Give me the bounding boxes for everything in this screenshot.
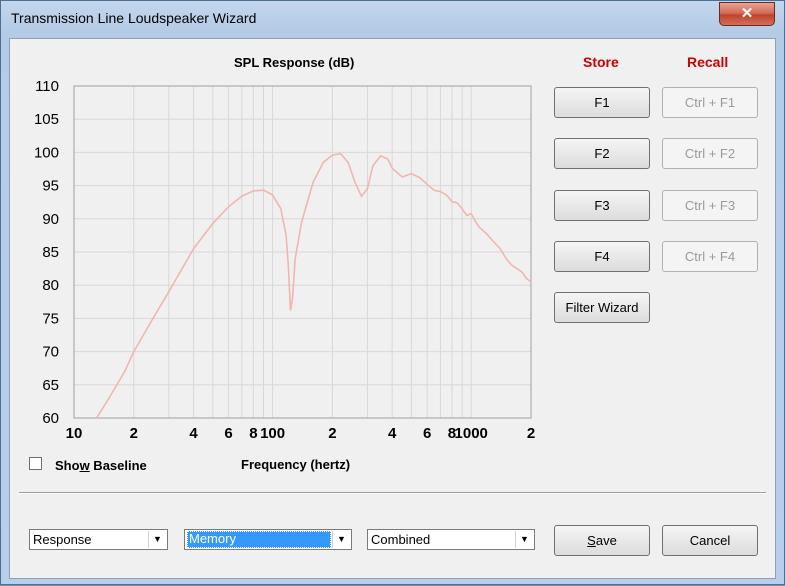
- view-dropdown[interactable]: Response ▼: [29, 529, 168, 550]
- spl-series-line: [95, 152, 532, 419]
- chevron-down-icon[interactable]: ▼: [332, 531, 350, 548]
- y-tick-label: 65: [42, 377, 59, 394]
- store-f1-button[interactable]: F1: [554, 87, 650, 118]
- y-tick-label: 80: [42, 277, 59, 294]
- x-tick-label: 6: [423, 425, 431, 442]
- x-axis-label: Frequency (hertz): [241, 457, 351, 472]
- wizard-window: Transmission Line Loudspeaker Wizard ✕ S…: [0, 0, 785, 585]
- x-tick-label: 2: [527, 425, 535, 442]
- x-tick-label: 2: [130, 425, 138, 442]
- y-tick-label: 95: [42, 178, 59, 195]
- recall-f2-button[interactable]: Ctrl + F2: [662, 138, 758, 169]
- recall-f1-button[interactable]: Ctrl + F1: [662, 87, 758, 118]
- y-tick-label: 110: [35, 78, 59, 95]
- cancel-button[interactable]: Cancel: [662, 525, 758, 556]
- chevron-down-icon[interactable]: ▼: [148, 531, 166, 548]
- chart-grid: [73, 85, 532, 419]
- x-tick-label: 10: [66, 425, 83, 442]
- store-f2-button[interactable]: F2: [554, 138, 650, 169]
- store-f3-button[interactable]: F3: [554, 190, 650, 221]
- chevron-down-icon[interactable]: ▼: [515, 531, 533, 548]
- y-tick-label: 85: [42, 244, 59, 261]
- x-tick-label: 6: [224, 425, 232, 442]
- y-tick-label: 60: [42, 410, 59, 427]
- source-dropdown-value: Memory: [187, 531, 331, 548]
- view-dropdown-value: Response: [33, 532, 92, 547]
- save-button[interactable]: Save: [554, 525, 650, 556]
- y-tick-label: 100: [34, 144, 59, 161]
- separator-line: [19, 492, 766, 494]
- recall-header: Recall: [687, 54, 729, 70]
- show-baseline-label[interactable]: Show Baseline: [55, 458, 147, 473]
- store-f4-button[interactable]: F4: [554, 241, 650, 272]
- recall-f4-button[interactable]: Ctrl + F4: [662, 241, 758, 272]
- y-tick-label: 75: [42, 310, 59, 327]
- x-tick-labels: 10 2 4 6 8 100 2 4 6 81000 2: [66, 425, 536, 442]
- store-header: Store: [583, 54, 619, 70]
- mode-dropdown-value: Combined: [371, 532, 431, 547]
- y-tick-labels: 60 65 70 75 80 85 90 95 100 105 110: [34, 78, 59, 427]
- show-baseline-checkbox[interactable]: [29, 457, 42, 470]
- y-tick-label: 90: [42, 211, 59, 228]
- recall-f3-button[interactable]: Ctrl + F3: [662, 190, 758, 221]
- x-tick-label: 4: [189, 425, 198, 442]
- filter-wizard-button[interactable]: Filter Wizard: [554, 292, 650, 323]
- mode-dropdown[interactable]: Combined ▼: [367, 529, 535, 550]
- source-dropdown[interactable]: Memory ▼: [184, 529, 352, 550]
- y-tick-label: 70: [42, 344, 59, 361]
- x-tick-label: 4: [388, 425, 397, 442]
- x-tick-label: 1000: [455, 425, 488, 442]
- y-tick-label: 105: [34, 111, 59, 128]
- x-tick-label: 100: [260, 425, 285, 442]
- x-tick-label: 2: [328, 425, 336, 442]
- x-tick-label: 8: [249, 425, 257, 442]
